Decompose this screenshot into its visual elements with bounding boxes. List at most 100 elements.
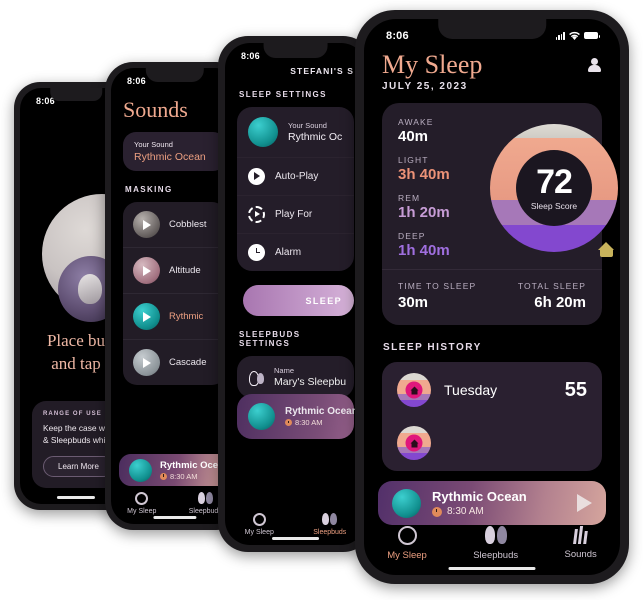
page-title: My Sleep: [382, 50, 483, 79]
table-row[interactable]: [382, 415, 602, 471]
tab-sleepbuds[interactable]: Sleepbuds: [473, 525, 518, 561]
now-playing-text: Rythmic Ocean 8:30 AM: [432, 489, 527, 517]
sleep-score-label: Sleep Score: [530, 201, 578, 212]
home-icon: [410, 386, 418, 395]
tab-label: My Sleep: [244, 528, 274, 536]
your-sound-value: Rythmic Oc: [288, 131, 343, 143]
tab-my-sleep[interactable]: My Sleep: [244, 512, 274, 536]
list-item[interactable]: Cobblest: [123, 202, 226, 248]
sleep-settings-section-label: SLEEP SETTINGS: [239, 90, 327, 99]
your-sound-card[interactable]: Your Sound Rythmic Ocean: [123, 132, 226, 171]
earbuds-icon: [248, 369, 264, 386]
row-label: Auto-Play: [275, 171, 319, 182]
masking-track-list: Cobblest Altitude Rythmic Cascade: [123, 202, 226, 385]
now-playing-bar[interactable]: Rythmic Ocean 8:30 AM: [237, 394, 358, 439]
row-play-for[interactable]: Play For: [237, 196, 354, 234]
track-name: Cobblest: [169, 219, 207, 230]
signal-bars-icon: [555, 32, 565, 40]
settings-header: STEFANI'S S: [290, 66, 354, 76]
cobblestone-thumb[interactable]: [133, 211, 160, 238]
phone-3-screen: 8:06 STEFANI'S S SLEEP SETTINGS Your Sou…: [225, 43, 366, 545]
notch: [145, 68, 204, 82]
row-label: Alarm: [275, 247, 302, 258]
status-time: 8:06: [386, 29, 409, 42]
tab-my-sleep[interactable]: My Sleep: [127, 491, 156, 515]
now-playing-time-value: 8:30 AM: [170, 471, 198, 481]
tab-label: My Sleep: [387, 549, 427, 561]
row-alarm[interactable]: Alarm: [237, 234, 354, 271]
tab-label: Sleepbuds: [188, 507, 222, 515]
play-triangle-icon[interactable]: [577, 494, 592, 512]
row-your-sound[interactable]: Your Sound Rythmic Oc: [237, 107, 354, 158]
donut-rings: 72 Sleep Score: [490, 124, 618, 253]
donut-segment-awake: [490, 124, 618, 139]
rythmic-ocean-thumb[interactable]: [133, 303, 160, 330]
row-name[interactable]: Name Mary's Sleepbu: [237, 356, 354, 398]
name-label: Name: [274, 366, 295, 375]
track-name: Rythmic: [169, 311, 204, 322]
earbuds-icon: [484, 525, 507, 545]
name-text: Name Mary's Sleepbu: [274, 366, 346, 388]
clock-icon: [160, 472, 167, 480]
ring-icon: [135, 491, 149, 505]
tab-sounds[interactable]: Sounds: [565, 526, 597, 560]
home-indicator: [56, 496, 96, 499]
notch: [438, 19, 546, 39]
home-indicator: [448, 567, 536, 570]
row-auto-play[interactable]: Auto-Play: [237, 158, 354, 196]
battery-icon: [584, 32, 600, 39]
tab-my-sleep[interactable]: My Sleep: [387, 525, 427, 561]
tab-sleepbuds[interactable]: Sleepbuds: [188, 491, 222, 515]
now-playing-thumb: [392, 488, 421, 518]
sleep-score-value: 72: [536, 163, 573, 202]
cascade-thumb[interactable]: [133, 349, 160, 376]
sleep-button[interactable]: SLEEP: [243, 285, 354, 316]
wifi-icon: [569, 31, 580, 40]
track-name: Cascade: [169, 357, 207, 368]
avatar-icon[interactable]: [587, 58, 602, 73]
sleep-history-list: Tuesday 55: [382, 362, 602, 472]
learn-more-button[interactable]: Learn More: [43, 456, 114, 477]
list-item[interactable]: Rythmic: [123, 294, 226, 340]
play-icon: [142, 357, 151, 368]
masking-section-label: MASKING: [125, 185, 173, 194]
summary-label: TOTAL SLEEP: [517, 281, 586, 292]
rythmic-ocean-thumb: [248, 117, 278, 147]
page-date: JULY 25, 2023: [382, 81, 468, 93]
earbuds-icon: [197, 491, 213, 505]
home-indicator: [271, 537, 320, 540]
status-time: 8:06: [127, 75, 146, 86]
tab-label: Sleepbuds: [313, 528, 347, 536]
list-item[interactable]: Cascade: [123, 340, 226, 385]
altitude-thumb[interactable]: [133, 257, 160, 284]
stat-label: DEEP: [398, 231, 426, 242]
notch: [263, 43, 328, 58]
now-playing-thumb: [248, 403, 275, 430]
status-icons: [555, 31, 600, 41]
your-sound-label: Your Sound: [288, 121, 327, 130]
phone-3-settings: 8:06 STEFANI'S S SLEEP SETTINGS Your Sou…: [218, 36, 373, 552]
notch: [50, 88, 102, 101]
earbuds-icon: [322, 512, 338, 526]
now-playing-title: Rythmic Ocean: [285, 406, 358, 417]
tab-sleepbuds[interactable]: Sleepbuds: [313, 512, 347, 536]
tab-label: Sounds: [564, 549, 597, 560]
now-playing-title: Rythmic Ocean: [432, 489, 527, 504]
now-playing-bar[interactable]: Rythmic Ocean 8:30 AM: [378, 481, 606, 525]
clock-icon: [432, 506, 442, 517]
table-row[interactable]: Tuesday 55: [382, 362, 602, 418]
your-sound-text: Your Sound Rythmic Oc: [288, 121, 342, 143]
status-time: 8:06: [241, 50, 260, 61]
home-icon: [410, 439, 418, 448]
stat-label: REM: [398, 193, 421, 204]
clock-icon: [285, 419, 292, 426]
now-playing-text: Rythmic Ocean 8:30 AM: [285, 406, 358, 427]
name-value: Mary's Sleepbu: [274, 376, 347, 388]
now-playing-time: 8:30 AM: [285, 418, 358, 427]
list-item[interactable]: Altitude: [123, 248, 226, 294]
clock-icon: [248, 244, 265, 261]
sound-bars-icon: [571, 526, 591, 544]
score-card-top: AWAKE 40m LIGHT 3h 40m REM 1h 20m DEEP 1…: [382, 103, 618, 269]
sleep-settings-card: Your Sound Rythmic Oc Auto-Play Play For: [237, 107, 354, 271]
track-name: Altitude: [169, 265, 201, 276]
